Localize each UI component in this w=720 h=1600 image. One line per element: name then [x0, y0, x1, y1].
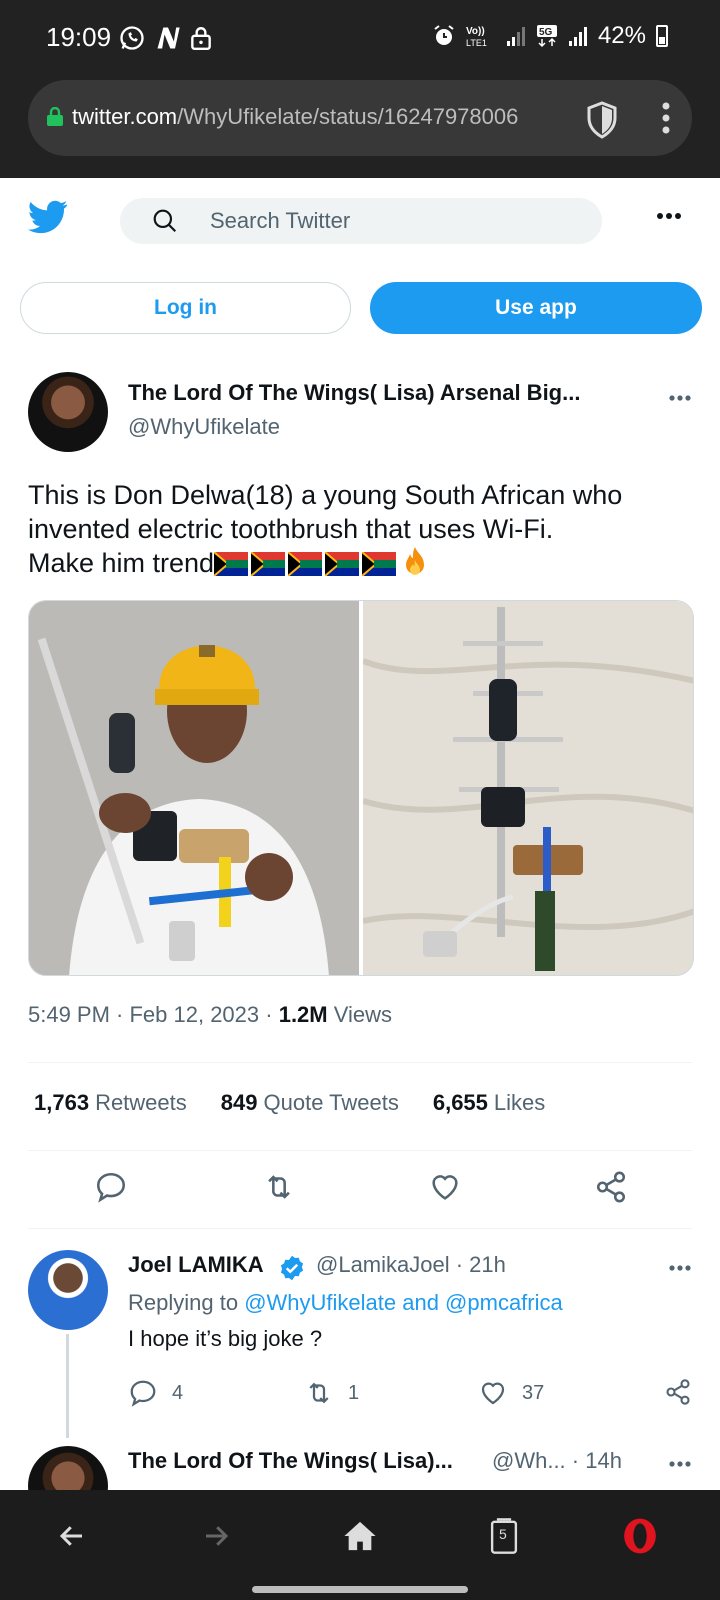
divider [28, 1150, 692, 1151]
like-icon [481, 1382, 505, 1405]
tweet-timestamp: 5:49 PM · Feb 12, 2023 · 1.2M Views [28, 1002, 393, 1027]
reply-reply-action[interactable]: 4 [128, 1378, 183, 1408]
tweet-media[interactable] [28, 600, 694, 976]
thread-line [66, 1334, 69, 1438]
retweets-stat[interactable]: 1,763 Retweets [34, 1090, 187, 1116]
whatsapp-icon [120, 26, 144, 50]
reply-avatar[interactable] [28, 1250, 108, 1330]
browser-bar: twitter.com/WhyUfikelate/status/16247978… [0, 60, 720, 178]
forward-button[interactable] [192, 1512, 240, 1560]
url-text[interactable]: twitter.com/WhyUfikelate/status/16247978… [72, 104, 582, 130]
reply-author-name[interactable]: Joel LAMIKA [128, 1252, 264, 1278]
south-africa-flag-icon [325, 552, 360, 576]
author-handle[interactable]: @WhyUfikelate [128, 414, 280, 440]
reply-count: 4 [172, 1381, 184, 1404]
address-bar[interactable]: twitter.com/WhyUfikelate/status/16247978… [28, 80, 692, 156]
signal-icon-2 [568, 27, 587, 46]
home-icon [344, 1521, 376, 1551]
photo-inventor[interactable] [29, 601, 359, 976]
5g-icon: 5G [536, 25, 557, 48]
reply-like-action[interactable]: 37 [478, 1378, 544, 1408]
search-box[interactable] [120, 198, 602, 244]
fire-emoji-icon [406, 547, 425, 575]
reply-icon [130, 1380, 156, 1407]
volte-icon: Vo))LTE1 [466, 26, 487, 48]
battery-percent: 42% [597, 22, 646, 49]
reply2-handle-time[interactable]: @Wh... · 14h [492, 1448, 622, 1474]
south-africa-flag-icon [362, 552, 397, 576]
svg-text:LTE1: LTE1 [466, 38, 487, 48]
verified-badge-icon [280, 1255, 304, 1281]
reply-handle-time[interactable]: @LamikaJoel · 21h [316, 1252, 506, 1278]
tabs-button[interactable]: 5 [480, 1512, 528, 1560]
share-icon[interactable] [664, 1378, 692, 1406]
login-button[interactable]: Log in [20, 282, 351, 334]
search-icon [153, 209, 177, 233]
south-africa-flags [214, 552, 397, 576]
views-count: 1.2M [278, 1002, 328, 1027]
like-icon[interactable] [428, 1170, 462, 1204]
replying-to: Replying to @WhyUfikelate and @pmcafrica [128, 1290, 563, 1315]
svg-text:5G: 5G [539, 27, 553, 38]
forward-arrow-icon [206, 1526, 229, 1546]
status-left-icons [118, 24, 212, 52]
divider [28, 1062, 692, 1063]
opera-menu-button[interactable] [616, 1512, 664, 1560]
browser-menu-icon[interactable] [660, 100, 672, 136]
back-button[interactable] [48, 1512, 96, 1560]
twitter-header [0, 178, 720, 268]
status-right-icons: Vo)) LTE1 5G 42% [432, 22, 668, 50]
retweet-count: 1 [348, 1381, 360, 1404]
replying-to-link[interactable]: @WhyUfikelate and @pmcafrica [244, 1290, 563, 1315]
battery-icon [656, 25, 668, 47]
back-arrow-icon [59, 1526, 82, 1546]
more-options-icon[interactable] [656, 212, 682, 220]
gesture-home-indicator[interactable] [252, 1586, 468, 1593]
south-africa-flag-icon [214, 552, 249, 576]
twitter-bird-icon[interactable] [28, 200, 68, 234]
svg-text:Vo)): Vo)) [466, 26, 485, 37]
tweet-more-icon[interactable] [668, 394, 692, 402]
reply-text: I hope it’s big joke ? [128, 1326, 323, 1351]
search-input[interactable] [210, 206, 570, 236]
use-app-button[interactable]: Use app [370, 282, 702, 334]
photo-device[interactable] [363, 601, 694, 976]
share-icon[interactable] [594, 1170, 628, 1204]
status-time: 19:09 [46, 22, 112, 52]
opera-logo-icon [624, 1518, 656, 1554]
reply-icon[interactable] [94, 1170, 128, 1204]
tab-count: 5 [499, 1526, 507, 1542]
like-count: 37 [522, 1381, 545, 1404]
reply-more-icon[interactable] [668, 1264, 692, 1272]
secure-lock-icon [47, 107, 63, 126]
tweet-text: This is Don Delwa(18) a young South Afri… [28, 480, 623, 578]
signal-icon [506, 27, 525, 46]
lock-status-icon [191, 27, 211, 51]
tweet-stats: 1,763 Retweets 849 Quote Tweets 6,655 Likes [34, 1090, 545, 1116]
divider [28, 1228, 692, 1229]
quote-tweets-stat[interactable]: 849 Quote Tweets [221, 1090, 399, 1116]
reply2-more-icon[interactable] [668, 1460, 692, 1468]
south-africa-flag-icon [251, 552, 286, 576]
author-name[interactable]: The Lord Of The Wings( Lisa) Arsenal Big… [128, 380, 628, 406]
home-button[interactable] [336, 1512, 384, 1560]
alarm-icon [434, 25, 454, 45]
status-bar: 19:09 Vo)) LTE1 5G 42% [0, 0, 720, 60]
browser-bottom-nav: 5 [0, 1490, 720, 1600]
retweet-icon [309, 1382, 329, 1404]
author-avatar[interactable] [28, 372, 108, 452]
likes-stat[interactable]: 6,655 Likes [433, 1090, 545, 1116]
retweet-icon[interactable] [262, 1170, 296, 1204]
reply-retweet-action[interactable]: 1 [304, 1378, 359, 1408]
reply2-author-name[interactable]: The Lord Of The Wings( Lisa)... [128, 1448, 453, 1474]
n-app-icon [157, 27, 180, 49]
ad-block-shield-icon[interactable] [584, 100, 620, 140]
south-africa-flag-icon [288, 552, 323, 576]
